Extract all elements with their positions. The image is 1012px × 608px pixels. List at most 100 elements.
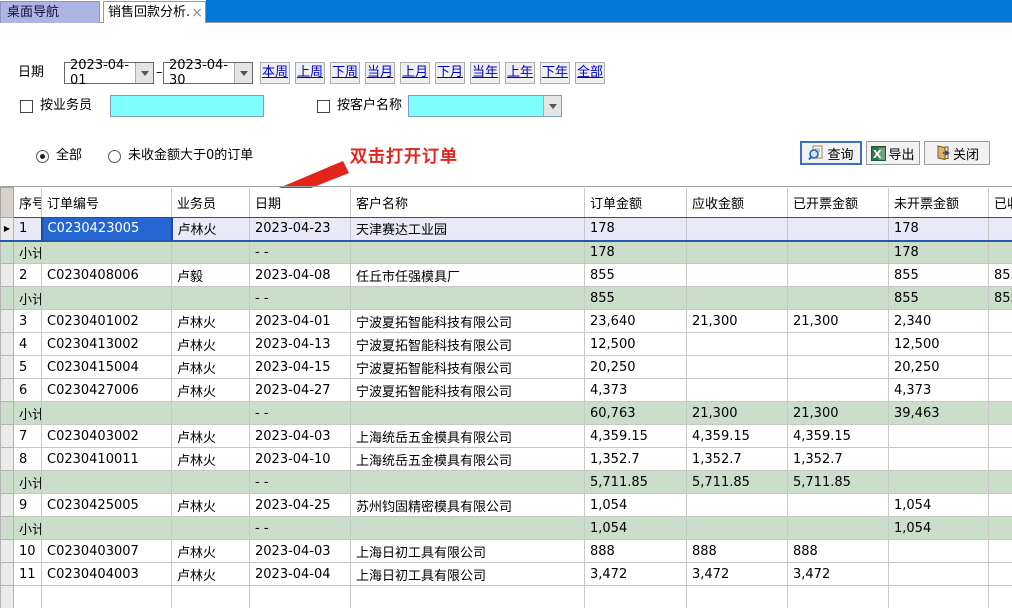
- cell-uninvoiced[interactable]: 1,054: [889, 494, 989, 517]
- cell-salesperson[interactable]: 卢林火: [172, 310, 250, 333]
- cell-invoiced[interactable]: 21,300: [788, 310, 889, 333]
- quick-range-next-year[interactable]: 下年: [540, 62, 570, 84]
- cell-date[interactable]: 2023-04-01: [250, 310, 351, 333]
- cell-salesperson[interactable]: 卢林火: [172, 563, 250, 586]
- cell-customer[interactable]: 苏州钧固精密模具有限公司: [351, 494, 585, 517]
- table-row[interactable]: 6C0230427006卢林火2023-04-27宁波夏拓智能科技有限公司4,3…: [1, 379, 1012, 402]
- cell-order-no[interactable]: C0230403002: [42, 425, 172, 448]
- column-header-salesperson[interactable]: 业务员: [172, 188, 250, 218]
- cell-salesperson[interactable]: 卢林火: [172, 425, 250, 448]
- cell-invoiced[interactable]: [788, 264, 889, 287]
- cell-order-amount[interactable]: 23,640: [585, 310, 687, 333]
- cell-received[interactable]: [989, 425, 1012, 448]
- cell-receivable[interactable]: [687, 218, 788, 241]
- table-row[interactable]: ▶1C0230423005卢林火2023-04-23天津赛达工业园178178: [1, 218, 1012, 241]
- cell-receivable[interactable]: 1,352.7: [687, 448, 788, 471]
- cell-salesperson[interactable]: 卢林火: [172, 448, 250, 471]
- cell-date[interactable]: 2023-04-23: [250, 218, 351, 241]
- cell-date[interactable]: 2023-04-03: [250, 540, 351, 563]
- cell-order-no[interactable]: C0230423005: [42, 218, 172, 241]
- cell-salesperson[interactable]: 卢林火: [172, 379, 250, 402]
- cell-invoiced[interactable]: [788, 379, 889, 402]
- column-header-invoiced[interactable]: 已开票金额: [788, 188, 889, 218]
- column-header-order-no[interactable]: 订单编号: [42, 188, 172, 218]
- date-to-combobox[interactable]: 2023-04-30: [163, 62, 253, 84]
- cell-salesperson[interactable]: 卢林火: [172, 333, 250, 356]
- quick-range-next-month[interactable]: 下月: [435, 62, 465, 84]
- cell-received[interactable]: [989, 356, 1012, 379]
- cell-order-no[interactable]: C0230410011: [42, 448, 172, 471]
- cell-date[interactable]: 2023-04-25: [250, 494, 351, 517]
- cell-date[interactable]: 2023-04-15: [250, 356, 351, 379]
- cell-invoiced[interactable]: 4,359.15: [788, 425, 889, 448]
- chevron-down-icon[interactable]: [135, 63, 153, 83]
- cell-uninvoiced[interactable]: 2,340: [889, 310, 989, 333]
- cell-seq[interactable]: 5: [14, 356, 42, 379]
- cell-uninvoiced[interactable]: 178: [889, 218, 989, 241]
- cell-order-no[interactable]: C0230413002: [42, 333, 172, 356]
- cell-received[interactable]: [989, 379, 1012, 402]
- cell-receivable[interactable]: 4,359.15: [687, 425, 788, 448]
- cell-seq[interactable]: 8: [14, 448, 42, 471]
- table-row[interactable]: 2C0230408006卢毅2023-04-08任丘市任强模具厂85585585…: [1, 264, 1012, 287]
- cell-customer[interactable]: 上海日初工具有限公司: [351, 540, 585, 563]
- date-from-combobox[interactable]: 2023-04-01: [64, 62, 154, 84]
- cell-received[interactable]: [989, 494, 1012, 517]
- cell-salesperson[interactable]: 卢林火: [172, 494, 250, 517]
- column-header-order-amount[interactable]: 订单金额: [585, 188, 687, 218]
- cell-order-amount[interactable]: 178: [585, 218, 687, 241]
- cell-receivable[interactable]: [687, 264, 788, 287]
- cell-invoiced[interactable]: [788, 218, 889, 241]
- cell-seq[interactable]: 2: [14, 264, 42, 287]
- query-button[interactable]: 查询: [800, 141, 862, 165]
- table-row[interactable]: 8C0230410011卢林火2023-04-10上海统岳五金模具有限公司1,3…: [1, 448, 1012, 471]
- cell-order-amount[interactable]: 4,373: [585, 379, 687, 402]
- cell-invoiced[interactable]: [788, 494, 889, 517]
- cell-uninvoiced[interactable]: [889, 540, 989, 563]
- quick-range-next-week[interactable]: 下周: [330, 62, 360, 84]
- cell-customer[interactable]: 宁波夏拓智能科技有限公司: [351, 310, 585, 333]
- close-icon[interactable]: ×: [191, 6, 203, 20]
- cell-receivable[interactable]: 888: [687, 540, 788, 563]
- column-header-customer[interactable]: 客户名称: [351, 188, 585, 218]
- cell-customer[interactable]: 上海日初工具有限公司: [351, 563, 585, 586]
- cell-seq[interactable]: 7: [14, 425, 42, 448]
- table-row[interactable]: 7C0230403002卢林火2023-04-03上海统岳五金模具有限公司4,3…: [1, 425, 1012, 448]
- cell-received[interactable]: 855: [989, 264, 1012, 287]
- cell-uninvoiced[interactable]: 855: [889, 264, 989, 287]
- cell-uninvoiced[interactable]: [889, 563, 989, 586]
- cell-receivable[interactable]: [687, 379, 788, 402]
- cell-date[interactable]: 2023-04-04: [250, 563, 351, 586]
- cell-order-no[interactable]: C0230425005: [42, 494, 172, 517]
- cell-seq[interactable]: 3: [14, 310, 42, 333]
- cell-uninvoiced[interactable]: 20,250: [889, 356, 989, 379]
- cell-date[interactable]: 2023-04-13: [250, 333, 351, 356]
- quick-range-last-year[interactable]: 上年: [505, 62, 535, 84]
- cell-date[interactable]: 2023-04-03: [250, 425, 351, 448]
- cell-order-no[interactable]: C0230403007: [42, 540, 172, 563]
- cell-receivable[interactable]: [687, 494, 788, 517]
- close-button[interactable]: 关闭: [924, 141, 990, 165]
- cell-invoiced[interactable]: 888: [788, 540, 889, 563]
- column-header-receivable[interactable]: 应收金额: [687, 188, 788, 218]
- cell-seq[interactable]: 11: [14, 563, 42, 586]
- quick-range-this-year[interactable]: 当年: [470, 62, 500, 84]
- cell-order-no[interactable]: C0230415004: [42, 356, 172, 379]
- cell-customer[interactable]: 天津赛达工业园: [351, 218, 585, 241]
- cell-order-amount[interactable]: 12,500: [585, 333, 687, 356]
- cell-salesperson[interactable]: 卢林火: [172, 540, 250, 563]
- salesperson-input[interactable]: [110, 95, 264, 117]
- cell-customer[interactable]: 宁波夏拓智能科技有限公司: [351, 333, 585, 356]
- cell-date[interactable]: 2023-04-08: [250, 264, 351, 287]
- cell-order-amount[interactable]: 20,250: [585, 356, 687, 379]
- table-row[interactable]: 10C0230403007卢林火2023-04-03上海日初工具有限公司8888…: [1, 540, 1012, 563]
- cell-seq[interactable]: 6: [14, 379, 42, 402]
- cell-salesperson[interactable]: 卢林火: [172, 218, 250, 241]
- cell-receivable[interactable]: [687, 356, 788, 379]
- cell-invoiced[interactable]: 3,472: [788, 563, 889, 586]
- customer-combobox[interactable]: [408, 95, 562, 117]
- cell-date[interactable]: 2023-04-27: [250, 379, 351, 402]
- table-row[interactable]: 9C0230425005卢林火2023-04-25苏州钧固精密模具有限公司1,0…: [1, 494, 1012, 517]
- cell-salesperson[interactable]: 卢林火: [172, 356, 250, 379]
- by-salesperson-checkbox[interactable]: [20, 100, 33, 113]
